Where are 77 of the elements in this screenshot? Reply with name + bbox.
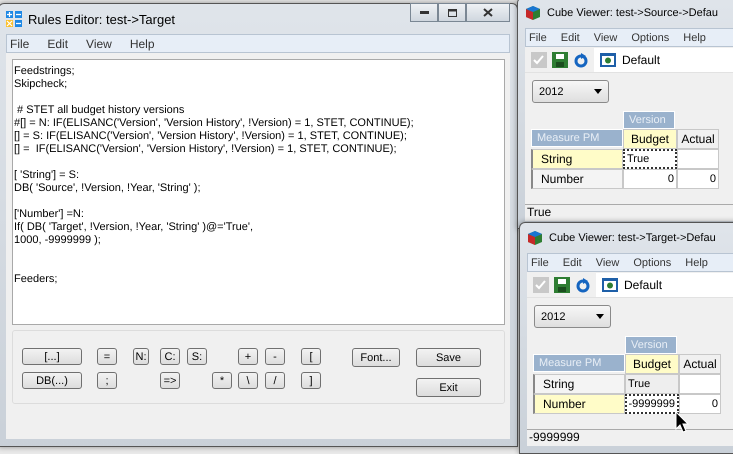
menu-item[interactable]: Edit — [47, 36, 80, 50]
checkmark-icon[interactable] — [533, 276, 549, 292]
close-icon — [483, 8, 493, 17]
year-dropdown[interactable]: 2012 — [532, 80, 609, 103]
view-selector[interactable]: Default — [596, 272, 733, 296]
insert-button[interactable]: - — [265, 348, 285, 365]
refresh-icon[interactable] — [575, 276, 591, 292]
menu-item[interactable]: Options — [631, 32, 678, 44]
menu-item[interactable]: View — [86, 36, 124, 50]
row-header[interactable]: Number — [533, 394, 625, 414]
view-icon — [602, 278, 618, 292]
row-header[interactable]: Number — [531, 169, 623, 189]
table-cell[interactable]: 0 — [679, 394, 721, 414]
save-icon[interactable] — [554, 276, 570, 292]
table-cell[interactable]: True — [625, 374, 679, 394]
menu-item[interactable]: File — [531, 256, 557, 268]
insert-button[interactable]: DB(...) — [22, 372, 82, 389]
caret-icon — [596, 314, 604, 319]
insert-button[interactable]: * — [212, 372, 232, 389]
table-cell[interactable]: True — [623, 149, 677, 169]
year-dropdown[interactable]: 2012 — [534, 305, 611, 328]
maximize-button[interactable] — [438, 3, 466, 22]
insert-button[interactable]: => — [160, 372, 180, 389]
window-title: Cube Viewer: test->Source->Defau — [547, 7, 718, 19]
menu-item[interactable]: Help — [683, 32, 714, 44]
insert-button[interactable]: ] — [301, 372, 321, 389]
menu-item[interactable]: View — [594, 32, 626, 44]
view-selector[interactable]: Default — [594, 48, 733, 72]
view-icon — [600, 52, 616, 66]
window-title: Cube Viewer: test->Target->Defau — [549, 232, 716, 244]
insert-button[interactable]: / — [265, 372, 285, 389]
minimize-button[interactable] — [410, 3, 438, 22]
code-editor[interactable]: Feedstrings; Skipcheck; # STET all budget history versions #[] = N: IF(ELISANC('Version', 'Version History', !Version) = 1, STET, CONTINUE); [] = S: IF(ELISANC('Version', 'Version History', !Version) = 1, STET, CONTINUE); [] = IF(ELISANC('Version', 'Version History', !Version) = 1, STET, CONTINUE); [ 'String'] = S: DB( 'Source', !Version, !Year, 'String' ); ['Number'] =N: If( DB( 'Target', !Version, !Year, 'String' )@='True', 1000, -9999999 ); Feeders; — [12, 59, 505, 325]
insert-button[interactable]: N: — [133, 348, 149, 365]
menu-item[interactable]: View — [596, 256, 628, 268]
minimize-icon — [420, 11, 428, 14]
maximize-icon — [448, 8, 456, 16]
view-name: Default — [624, 278, 662, 292]
menu-item[interactable]: Edit — [562, 256, 590, 268]
column-header[interactable]: Budget — [623, 129, 677, 149]
menu-item[interactable]: Edit — [560, 32, 588, 44]
insert-button[interactable]: S: — [187, 348, 207, 365]
caret-icon — [594, 89, 602, 94]
table-cell[interactable] — [679, 374, 721, 394]
checkmark-icon[interactable] — [531, 52, 547, 68]
insert-button[interactable]: ; — [97, 372, 117, 389]
menu-item[interactable]: File — [529, 32, 555, 44]
insert-button[interactable]: [...] — [22, 348, 82, 365]
menu-item[interactable]: Help — [130, 36, 167, 50]
insert-button[interactable]: + — [238, 348, 258, 365]
window-title: Rules Editor: test->Target — [28, 12, 176, 26]
column-header[interactable]: Actual — [679, 354, 721, 374]
calculator-icon — [6, 11, 22, 27]
insert-button[interactable]: [ — [301, 348, 321, 365]
column-header[interactable]: Budget — [625, 354, 679, 374]
view-name: Default — [622, 52, 660, 66]
menu-item[interactable]: File — [10, 36, 42, 50]
insert-button[interactable]: Font... — [352, 348, 400, 367]
row-header[interactable]: String — [531, 149, 623, 169]
table-cell[interactable]: -9999999 — [625, 394, 679, 414]
cube-icon — [525, 5, 541, 21]
table-cell[interactable]: 0 — [677, 169, 719, 189]
insert-button[interactable]: = — [97, 348, 117, 365]
insert-button[interactable]: C: — [160, 348, 180, 365]
cube-icon — [527, 230, 543, 246]
save-icon[interactable] — [552, 52, 568, 68]
insert-button[interactable]: Save — [416, 348, 481, 367]
menu-item[interactable]: Help — [685, 256, 716, 268]
column-header[interactable]: Actual — [677, 129, 719, 149]
close-button[interactable] — [466, 3, 510, 22]
table-cell[interactable]: 0 — [623, 169, 677, 189]
insert-button[interactable]: \ — [238, 372, 258, 389]
refresh-icon[interactable] — [573, 52, 589, 68]
menu-item[interactable]: Options — [633, 256, 680, 268]
table-cell[interactable] — [677, 149, 719, 169]
insert-button[interactable]: Exit — [416, 378, 481, 397]
row-header[interactable]: String — [533, 374, 625, 394]
